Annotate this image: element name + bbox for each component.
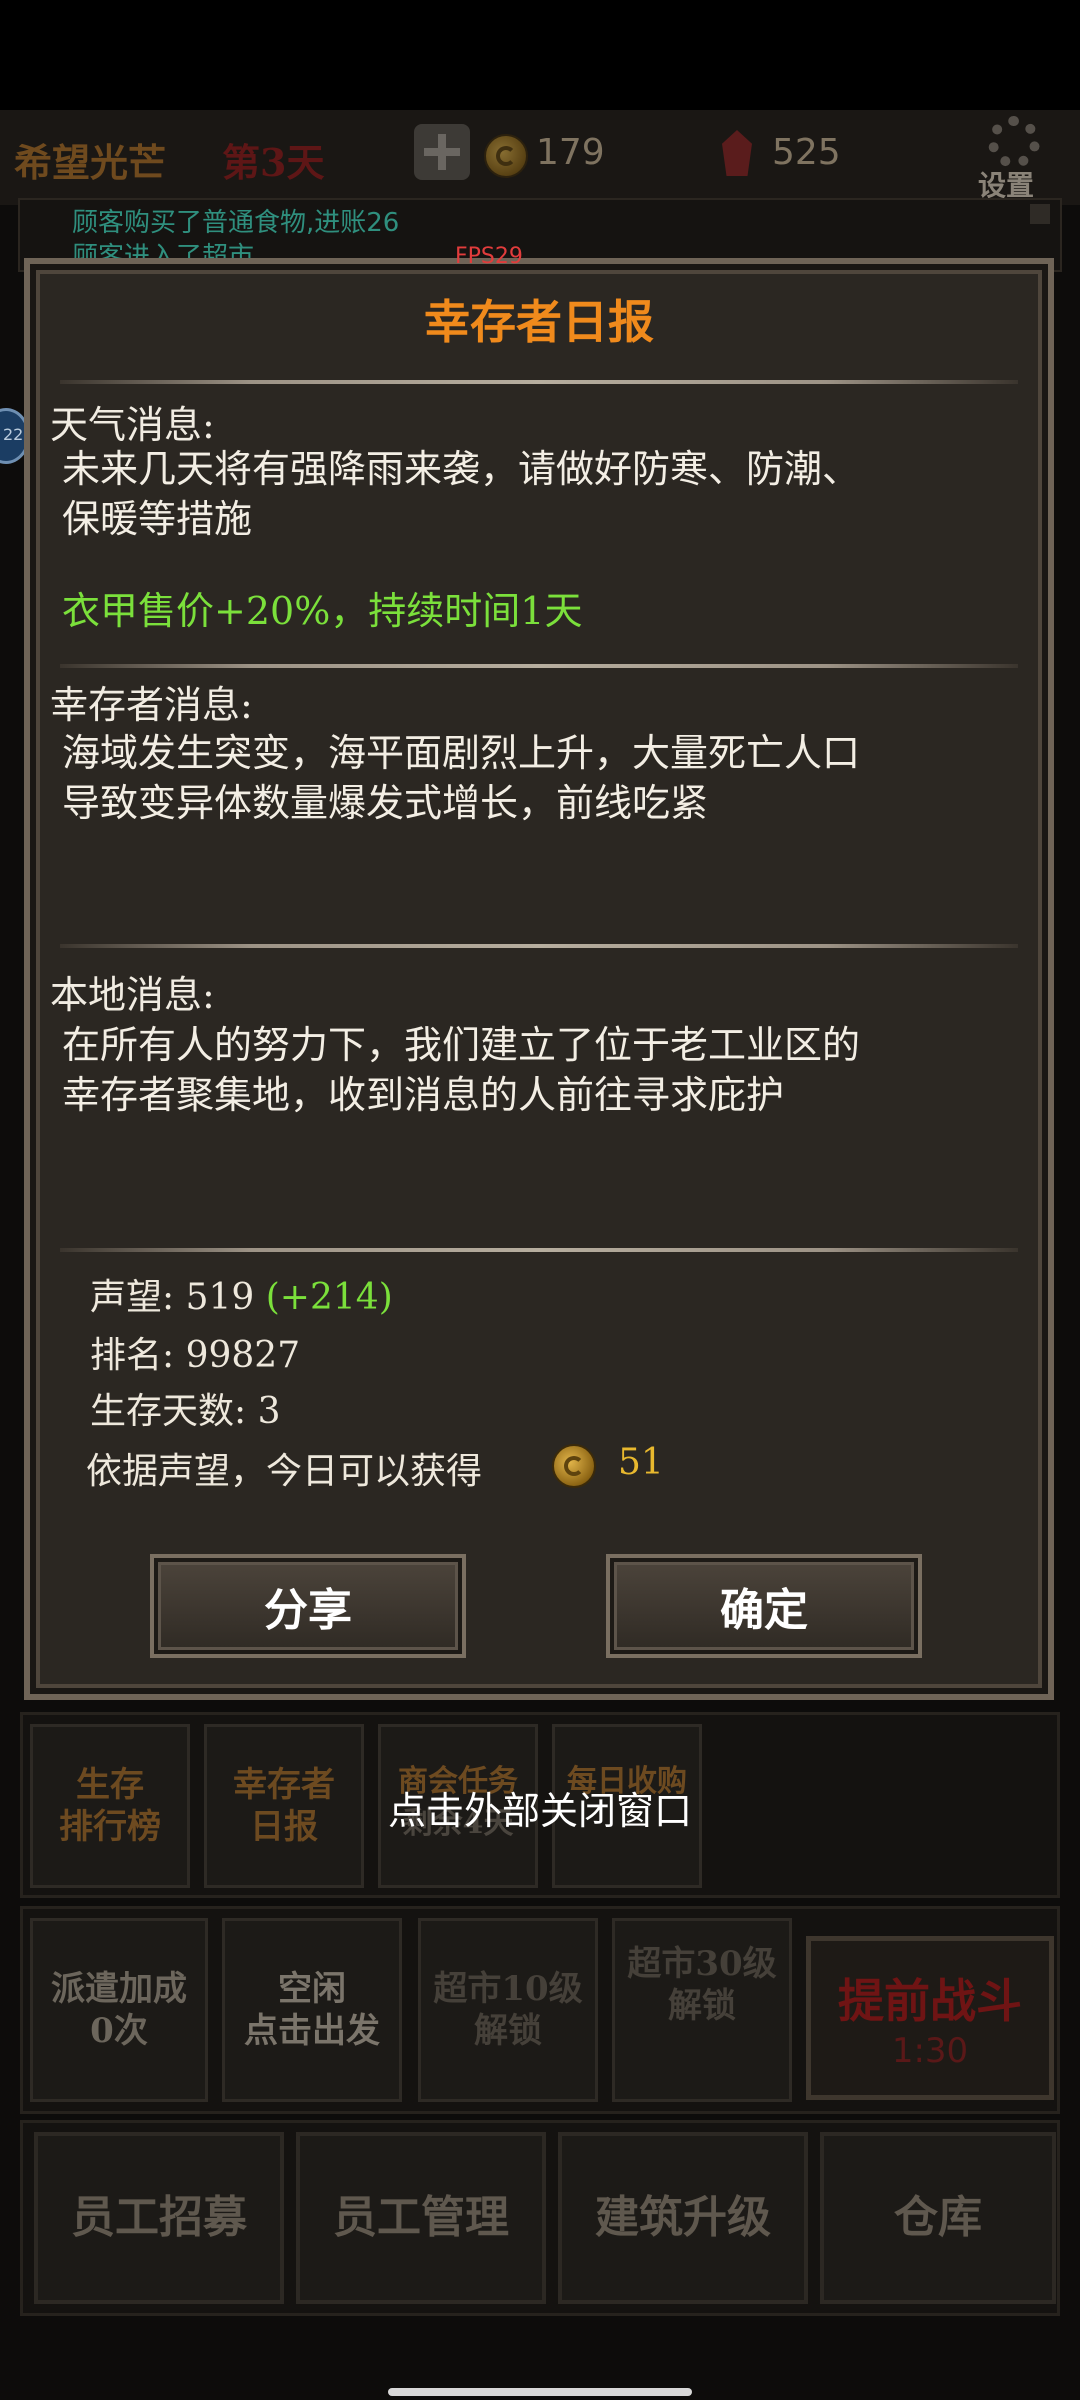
base-name: 希望光芒	[14, 140, 167, 185]
dispatch-count: 0次	[90, 2011, 148, 2051]
coin-icon	[552, 1444, 596, 1488]
divider	[60, 380, 1018, 384]
survivor-text-line: 导致变异体数量爆发式增长，前线吃紧	[62, 781, 709, 825]
gear-icon	[988, 116, 1040, 168]
reputation-label: 声望:	[90, 1277, 175, 1318]
battle-timer: 1:30	[891, 2031, 969, 2071]
local-text-line: 幸存者聚集地，收到消息的人前往寻求庇护	[62, 1073, 785, 1117]
coin-icon	[484, 134, 528, 178]
locked-slot-30[interactable]: 超市30级 解锁	[612, 1918, 792, 2102]
dispatch-bonus-button[interactable]: 派遣加成 0次	[30, 1918, 208, 2102]
log-line: 顾客购买了普通食物,进账26	[72, 208, 400, 238]
rank-value: 99827	[185, 1335, 301, 1376]
fps-counter: FPS29	[455, 244, 523, 269]
locked-slot-10[interactable]: 超市10级 解锁	[418, 1918, 598, 2102]
divider	[60, 944, 1018, 948]
close-hint: 点击外部关闭窗口	[387, 1789, 692, 1833]
days-row: 生存天数: 3	[90, 1382, 281, 1434]
reputation-value: 519	[185, 1277, 255, 1318]
status-bar	[0, 0, 1080, 110]
lock-label: 解锁	[473, 2011, 542, 2051]
game-hud: 希望光芒 第3天 179 525 设置	[0, 110, 1080, 205]
add-button[interactable]	[414, 124, 470, 180]
rank-label: 排名:	[90, 1335, 175, 1376]
warehouse-label: 仓库	[894, 2192, 982, 2243]
dispatch-slot-idle[interactable]: 空闲 点击出发	[222, 1918, 402, 2102]
weather-text-line: 保暖等措施	[62, 497, 253, 541]
gem-count: 525	[772, 132, 841, 173]
lock-label: 解锁	[667, 1986, 736, 2026]
depart-label: 点击出发	[244, 2011, 380, 2051]
rank-row: 排名: 99827	[90, 1326, 300, 1378]
manage-label: 员工管理	[333, 2192, 509, 2243]
idle-label: 空闲	[278, 1969, 346, 2009]
warehouse-button[interactable]: 仓库	[820, 2132, 1056, 2304]
divider	[60, 664, 1018, 668]
reputation-row: 声望: 519 (+214)	[90, 1268, 393, 1320]
local-text-line: 在所有人的努力下，我们建立了位于老工业区的	[62, 1023, 861, 1067]
gem-icon	[722, 130, 752, 176]
survivor-text-line: 海域发生突变，海平面剧烈上升，大量死亡人口	[62, 731, 861, 775]
lock-label: 超市30级	[627, 1944, 777, 1984]
divider	[60, 1248, 1018, 1252]
confirm-button[interactable]: 确定	[606, 1554, 922, 1658]
days-label: 生存天数:	[90, 1391, 247, 1432]
upgrade-label: 建筑升级	[595, 2192, 771, 2243]
weather-heading: 天气消息:	[50, 403, 215, 447]
manage-staff-button[interactable]: 员工管理	[296, 2132, 546, 2304]
reward-label: 依据声望，今日可以获得	[86, 1451, 483, 1492]
survivor-daily-dialog: 幸存者日报 天气消息: 未来几天将有强降雨来袭，请做好防寒、防潮、 保暖等措施 …	[24, 258, 1054, 1700]
reputation-delta: (+214)	[265, 1277, 393, 1318]
recruit-label: 员工招募	[71, 2192, 247, 2243]
day-counter: 第3天	[222, 140, 325, 185]
coin-count: 179	[536, 132, 605, 173]
battle-label: 提前战斗	[838, 1974, 1022, 2028]
share-button[interactable]: 分享	[150, 1554, 466, 1658]
scroll-up-icon[interactable]	[1030, 204, 1050, 224]
dispatch-label: 派遣加成	[51, 1969, 187, 2009]
recruit-staff-button[interactable]: 员工招募	[34, 2132, 284, 2304]
upgrade-building-button[interactable]: 建筑升级	[558, 2132, 808, 2304]
days-value: 3	[257, 1391, 281, 1432]
weather-effect: 衣甲售价+20%，持续时间1天	[62, 589, 583, 633]
reward-value: 51	[618, 1442, 664, 1483]
side-badge-count: 22	[3, 425, 24, 444]
lock-label: 超市10级	[433, 1969, 583, 2009]
weather-text-line: 未来几天将有强降雨来袭，请做好防寒、防潮、	[62, 447, 861, 491]
home-indicator[interactable]	[388, 2388, 692, 2396]
dialog-title: 幸存者日报	[424, 295, 654, 349]
survivor-heading: 幸存者消息:	[50, 683, 253, 727]
early-battle-button[interactable]: 提前战斗 1:30	[806, 1936, 1054, 2100]
settings-button[interactable]: 设置	[974, 114, 1054, 202]
local-heading: 本地消息:	[50, 973, 215, 1017]
